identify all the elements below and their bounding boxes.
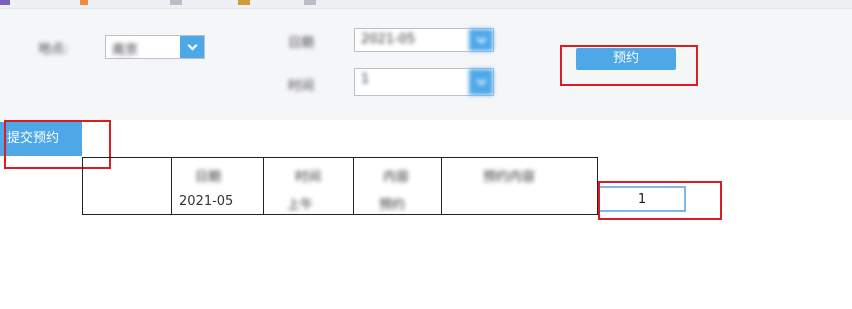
table-cell: 上午 — [287, 198, 314, 213]
toolbar-icon — [304, 0, 316, 5]
quantity-input[interactable] — [598, 186, 686, 212]
time-value: 1 — [361, 72, 370, 87]
chevron-down-icon[interactable] — [469, 69, 493, 95]
table-header: 日期 — [195, 170, 222, 185]
table-divider — [171, 158, 172, 214]
time-select[interactable]: 1 — [354, 68, 494, 96]
toolbar-icon — [170, 0, 182, 5]
field2-value: 2021-05 — [361, 32, 416, 47]
submit-reservation-button[interactable]: 提交预约 — [0, 122, 82, 156]
table-header: 预约内容 — [483, 170, 536, 185]
table-divider — [441, 158, 442, 214]
time-label: 时间 — [288, 79, 315, 94]
table-cell: 预约 — [379, 198, 406, 213]
table-header: 时间 — [295, 170, 322, 185]
toolbar-icon — [80, 0, 88, 5]
table-divider — [353, 158, 354, 214]
chevron-down-icon[interactable] — [180, 36, 204, 58]
reservation-table: 日期 时间 内容 预约内容 2021-05 上午 预约 — [82, 157, 598, 215]
browser-toolbar-strip — [0, 0, 852, 9]
chevron-down-icon[interactable] — [469, 29, 493, 51]
location-select[interactable]: 南京 — [105, 35, 205, 59]
table-cell: 2021-05 — [179, 194, 234, 209]
toolbar-icon — [238, 0, 250, 5]
table-divider — [263, 158, 264, 214]
field2-select[interactable]: 2021-05 — [354, 28, 494, 52]
field2-label: 日期 — [288, 36, 315, 51]
location-value: 南京 — [112, 43, 139, 58]
reservation-form — [0, 9, 852, 120]
table-header: 内容 — [383, 170, 410, 185]
location-label: 地点: — [38, 42, 69, 57]
toolbar-icon — [0, 0, 10, 5]
reserve-button[interactable]: 预约 — [576, 48, 676, 70]
